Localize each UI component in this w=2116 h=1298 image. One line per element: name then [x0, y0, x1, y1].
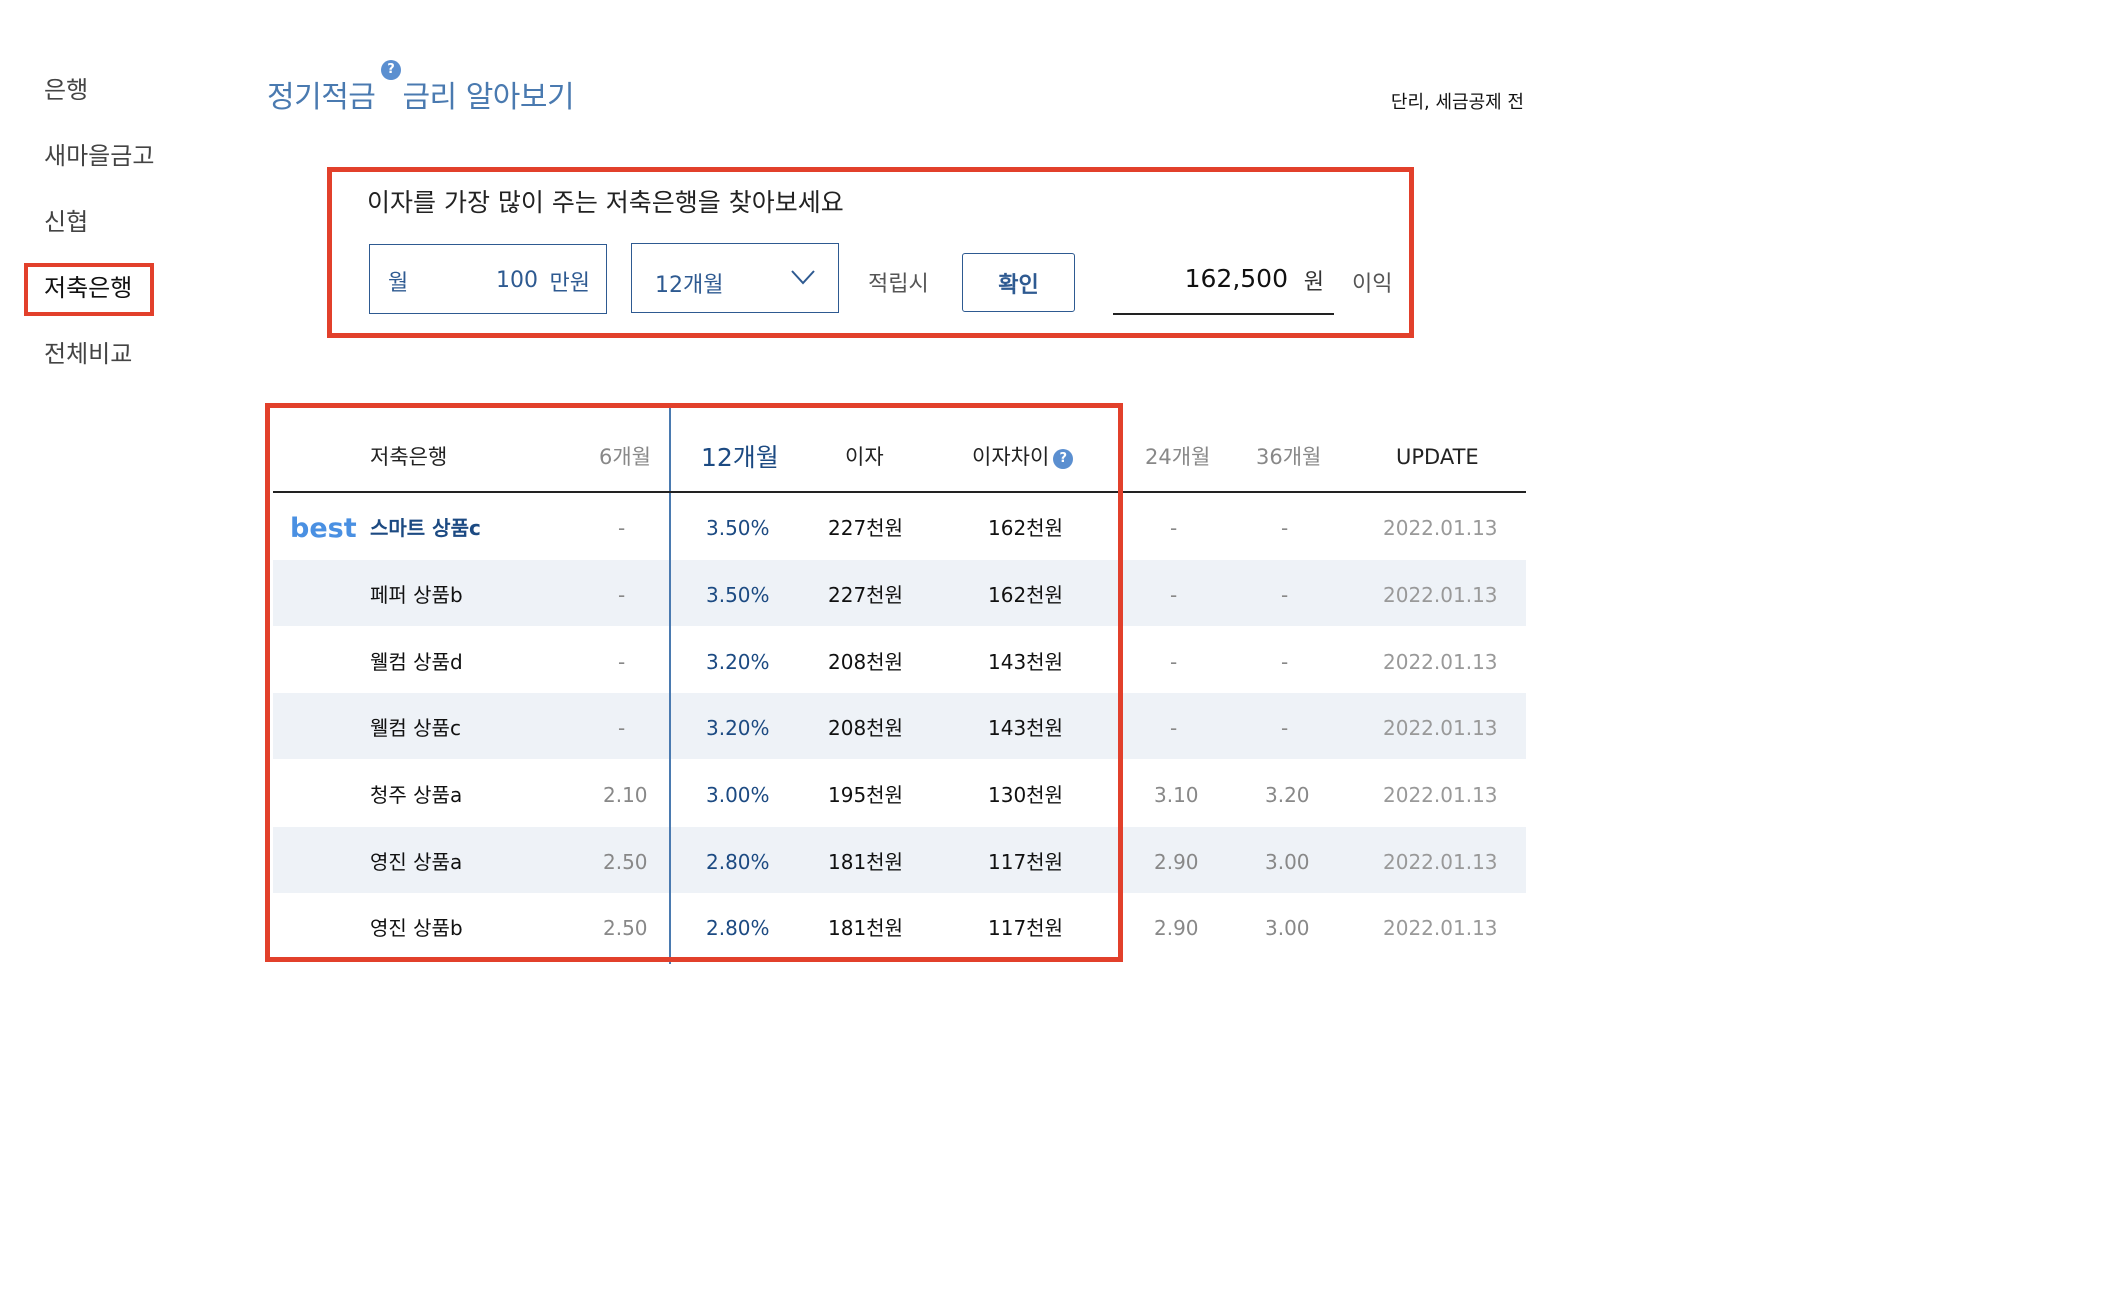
table-highlight: [265, 403, 1123, 962]
column-header-update[interactable]: UPDATE: [1396, 447, 1479, 468]
sidebar-item-compare-all[interactable]: 전체비교: [44, 342, 132, 366]
cell-24m: -: [1170, 516, 1178, 540]
cell-36m: 3.00: [1265, 916, 1310, 940]
cell-36m: 3.20: [1265, 783, 1310, 807]
page-title-rate: 금리 알아보기: [402, 80, 575, 115]
confirm-button[interactable]: 확인: [962, 253, 1075, 312]
cell-update: 2022.01.13: [1383, 716, 1498, 740]
profit-label: 이익: [1352, 272, 1393, 297]
cell-update: 2022.01.13: [1383, 850, 1498, 874]
cell-36m: 3.00: [1265, 850, 1310, 874]
cell-36m: -: [1281, 516, 1289, 540]
cell-24m: 2.90: [1154, 916, 1199, 940]
amount-value[interactable]: 100: [496, 268, 538, 293]
cell-24m: -: [1170, 650, 1178, 674]
amount-prefix: 월: [388, 271, 409, 296]
column-header-24m[interactable]: 24개월: [1145, 447, 1210, 468]
period-select[interactable]: 12개월: [631, 243, 839, 313]
profit-amount: 162,500: [1184, 264, 1288, 293]
column-header-36m[interactable]: 36개월: [1256, 447, 1321, 468]
cell-update: 2022.01.13: [1383, 516, 1498, 540]
calculation-note: 단리, 세금공제 전: [1390, 92, 1524, 113]
amount-unit: 만원: [549, 271, 590, 296]
question-circle-icon[interactable]: ?: [381, 60, 401, 80]
cell-36m: -: [1281, 650, 1289, 674]
calculator-heading: 이자를 가장 많이 주는 저축은행을 찾아보세요: [367, 188, 844, 217]
cell-update: 2022.01.13: [1383, 583, 1498, 607]
profit-unit: 원: [1303, 270, 1324, 295]
cell-36m: -: [1281, 583, 1289, 607]
chevron-down-icon: [791, 270, 815, 285]
page-title: 정기적금 금리 알아보기: [267, 72, 575, 116]
sidebar-item-bank[interactable]: 은행: [44, 78, 88, 102]
cell-24m: 3.10: [1154, 783, 1199, 807]
sidebar-item-shinhyup[interactable]: 신협: [44, 210, 88, 234]
cell-24m: 2.90: [1154, 850, 1199, 874]
cell-update: 2022.01.13: [1383, 650, 1498, 674]
sidebar-selection-highlight: [24, 263, 154, 316]
cell-24m: -: [1170, 583, 1178, 607]
save-label: 적립시: [868, 272, 929, 297]
cell-update: 2022.01.13: [1383, 916, 1498, 940]
monthly-amount-input[interactable]: 월 100 만원: [369, 244, 607, 314]
cell-update: 2022.01.13: [1383, 783, 1498, 807]
profit-result: 162,500 원: [1113, 262, 1334, 315]
period-value: 12개월: [655, 273, 724, 298]
cell-24m: -: [1170, 716, 1178, 740]
page-title-product: 정기적금: [267, 80, 376, 115]
sidebar-item-saemaul[interactable]: 새마을금고: [44, 144, 154, 168]
cell-36m: -: [1281, 716, 1289, 740]
